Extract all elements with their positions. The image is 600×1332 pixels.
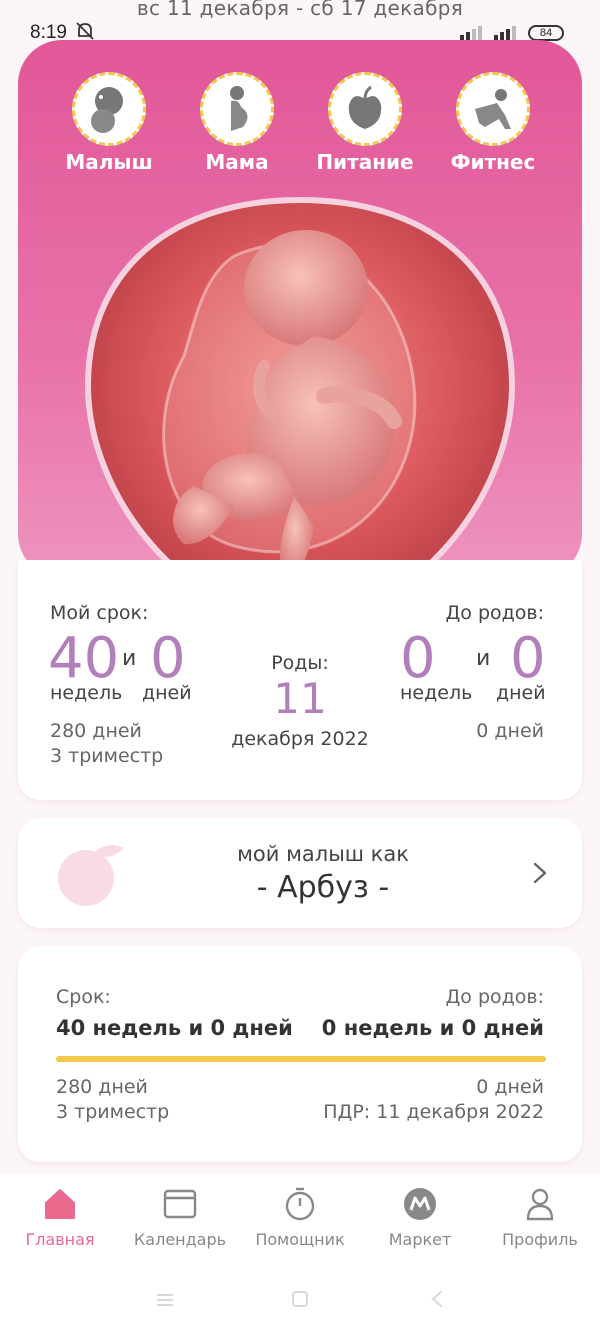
summary-trimester: 3 триместр — [56, 1101, 170, 1123]
nav-label-fitness[interactable]: Фитнес — [433, 150, 553, 174]
summary-term-title: Срок: — [56, 986, 111, 1008]
until-weeks-label: недель — [400, 682, 473, 704]
home-icon — [45, 1189, 75, 1219]
market-icon — [404, 1188, 436, 1220]
baby-icon — [91, 87, 123, 133]
nutrition-nav-button[interactable] — [328, 72, 402, 146]
until-total-days: 0 дней — [476, 720, 544, 742]
term-total-days: 280 дней — [50, 720, 142, 742]
summary-term-value: 40 недель и 0 дней — [56, 1016, 293, 1040]
term-trimester: 3 триместр — [50, 745, 164, 767]
summary-remaining-days: 0 дней — [476, 1076, 544, 1098]
mom-nav-button[interactable] — [200, 72, 274, 146]
back-icon[interactable] — [430, 1290, 444, 1308]
system-navigation-bar — [0, 1274, 600, 1332]
battery-indicator: 84 — [528, 25, 564, 41]
date-range: вс 11 декабря - сб 17 декабря — [136, 0, 464, 20]
pregnant-woman-icon — [230, 86, 248, 131]
pregnancy-progress-bar — [56, 1056, 546, 1062]
apple-icon — [348, 85, 382, 129]
tab-profile-label: Профиль — [502, 1230, 578, 1249]
home-square-icon[interactable] — [291, 1290, 309, 1308]
menu-icon[interactable] — [156, 1292, 174, 1308]
profile-icon — [526, 1188, 554, 1221]
baby-size-card[interactable]: мой малыш как - Арбуз - — [18, 818, 582, 928]
term-and: и — [122, 646, 137, 671]
tab-market[interactable]: Маркет — [360, 1174, 480, 1270]
timer-icon — [285, 1187, 315, 1221]
birth-title: Роды: — [271, 652, 329, 674]
fitness-nav-button[interactable] — [456, 72, 530, 146]
pregnancy-info-card: Мой срок: 40 и 0 недель дней 280 дней 3 … — [18, 560, 582, 800]
term-weeks-label: недель — [50, 682, 123, 704]
summary-until-value: 0 недель и 0 дней — [321, 1016, 544, 1040]
summary-due-date: ПДР: 11 декабря 2022 — [323, 1101, 544, 1123]
my-term-title: Мой срок: — [50, 602, 149, 624]
progress-fill — [56, 1056, 546, 1062]
birth-month-year: декабря 2022 — [231, 728, 369, 750]
until-and: и — [476, 646, 491, 671]
baby-size-fruit: - Арбуз - — [256, 870, 390, 905]
tab-profile[interactable]: Профиль — [480, 1174, 600, 1270]
tab-market-label: Маркет — [388, 1230, 452, 1249]
tab-home-label: Главная — [25, 1230, 95, 1249]
nav-label-nutrition[interactable]: Питание — [305, 150, 425, 174]
tab-assistant[interactable]: Помощник — [240, 1174, 360, 1270]
calendar-icon — [163, 1189, 197, 1219]
baby-size-caption: мой малыш как — [237, 842, 409, 866]
nav-label-baby[interactable]: Малыш — [49, 150, 169, 174]
summary-card: Срок: 40 недель и 0 дней До родов: 0 нед… — [18, 946, 582, 1162]
baby-nav-button[interactable] — [72, 72, 146, 146]
summary-total-days: 280 дней — [56, 1076, 148, 1098]
summary-until-title: До родов: — [445, 986, 544, 1008]
tab-calendar[interactable]: Календарь — [120, 1174, 240, 1270]
bottom-navigation: Главная Календарь Помощник Маркет Профил… — [0, 1174, 600, 1274]
chevron-right-icon[interactable] — [532, 862, 548, 884]
nav-label-mom[interactable]: Мама — [177, 150, 297, 174]
peach-icon — [58, 845, 124, 906]
birth-day: 11 — [273, 674, 327, 723]
until-birth-title: До родов: — [445, 602, 544, 624]
until-days-label: дней — [496, 682, 546, 704]
tab-calendar-label: Календарь — [133, 1230, 227, 1249]
tab-home[interactable]: Главная — [0, 1174, 120, 1270]
tab-assistant-label: Помощник — [255, 1230, 345, 1249]
yoga-icon — [475, 89, 511, 129]
term-days-label: дней — [142, 682, 192, 704]
